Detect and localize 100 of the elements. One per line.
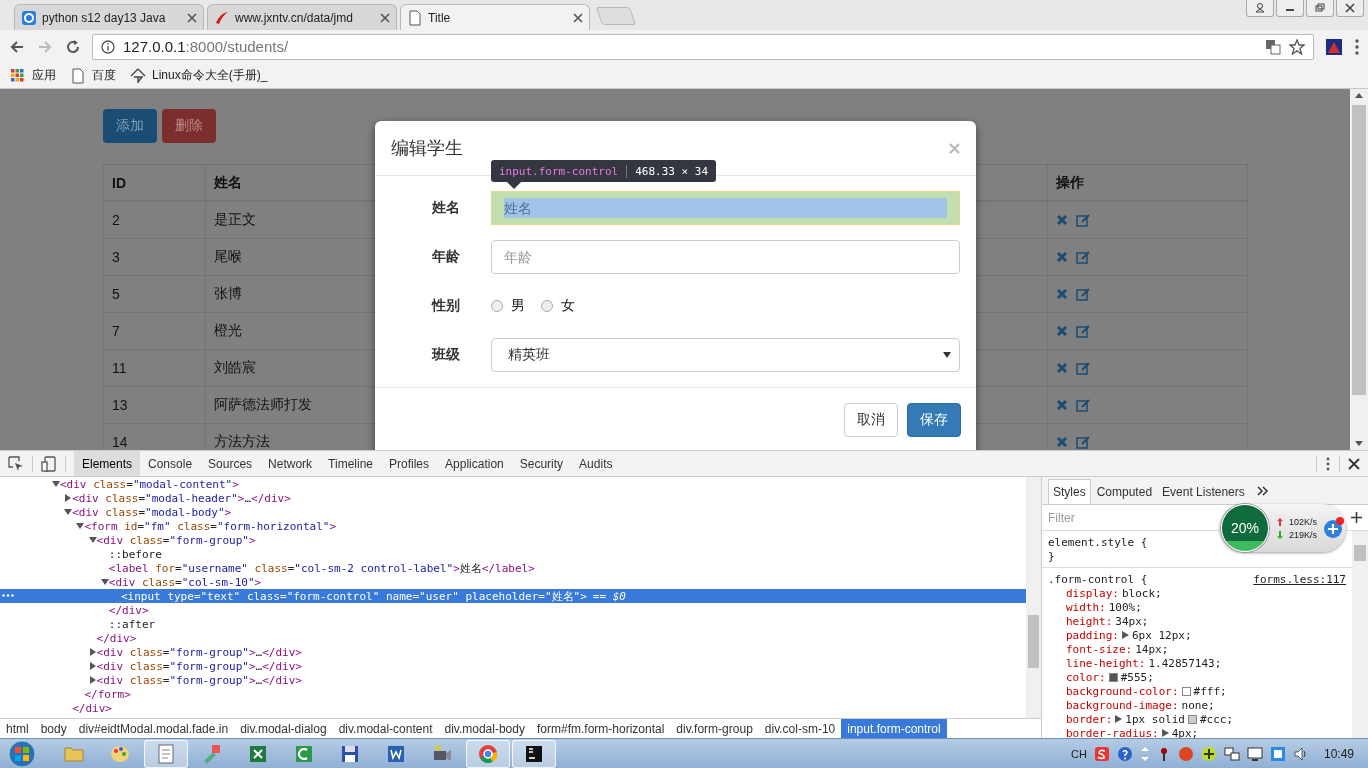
close-icon[interactable] bbox=[573, 12, 583, 23]
shield-icon[interactable] bbox=[1269, 745, 1286, 762]
add-icon[interactable] bbox=[1351, 512, 1362, 523]
help-icon[interactable] bbox=[1116, 745, 1133, 762]
devtools-tab[interactable]: Profiles bbox=[381, 451, 438, 476]
dom-node[interactable]: <div class="form-group">…</div> bbox=[96, 673, 302, 687]
scroll-down-icon[interactable] bbox=[1355, 441, 1363, 446]
collapse-arrow-icon[interactable] bbox=[64, 508, 73, 516]
dom-node[interactable]: <div class="form-group"> bbox=[96, 533, 256, 547]
devtools-tab[interactable]: Application bbox=[437, 451, 512, 476]
dom-node[interactable]: <div class="modal-content"> bbox=[60, 477, 239, 491]
breadcrumb[interactable]: div.form-group bbox=[670, 719, 759, 738]
bookmark[interactable]: 应用 bbox=[10, 67, 56, 84]
color-swatch[interactable] bbox=[1181, 686, 1191, 696]
inspect-icon[interactable] bbox=[8, 455, 24, 472]
scrollbar-thumb[interactable] bbox=[1354, 545, 1366, 561]
expand-arrow-icon[interactable] bbox=[64, 494, 73, 502]
modal-button[interactable]: 取消 bbox=[844, 403, 898, 437]
address-bar[interactable]: 127.0.0.1:8000/students/ bbox=[92, 33, 1314, 60]
translate-icon[interactable] bbox=[1265, 38, 1281, 55]
dom-node[interactable]: <div class="form-group">…</div> bbox=[96, 659, 302, 673]
devtools-tab[interactable]: Security bbox=[511, 451, 572, 476]
dom-node[interactable]: ::after bbox=[108, 617, 156, 631]
notepad-icon[interactable] bbox=[155, 742, 177, 765]
breadcrumb[interactable]: body bbox=[34, 719, 73, 738]
expand-arrow-icon[interactable] bbox=[88, 662, 97, 670]
user-icon[interactable] bbox=[1254, 2, 1266, 14]
breadcrumb[interactable]: div.modal-content bbox=[332, 719, 439, 738]
devtools-tab[interactable]: Network bbox=[260, 451, 321, 476]
plus-button-icon[interactable] bbox=[1323, 517, 1346, 539]
color-swatch[interactable] bbox=[1187, 714, 1197, 724]
close-icon[interactable] bbox=[380, 12, 390, 23]
expand-arrow-icon[interactable] bbox=[1161, 729, 1169, 737]
browser-tab[interactable]: python s12 day13 Java bbox=[14, 4, 204, 30]
devtools-tab[interactable]: Elements bbox=[74, 451, 141, 476]
devtools-tab[interactable]: Console bbox=[140, 451, 201, 476]
dom-node[interactable]: </div> bbox=[72, 701, 112, 715]
expand-arrow-icon[interactable] bbox=[1122, 631, 1129, 639]
breadcrumb[interactable]: div.modal-body bbox=[438, 719, 531, 738]
language-indicator[interactable]: CH bbox=[1071, 747, 1087, 760]
dom-node[interactable]: </div> bbox=[108, 603, 149, 617]
text-field[interactable]: 姓名 bbox=[491, 191, 960, 225]
start-button-icon[interactable] bbox=[6, 739, 38, 768]
scrollbar-thumb[interactable] bbox=[1028, 615, 1039, 668]
network-icon[interactable] bbox=[1223, 745, 1240, 762]
dom-node[interactable]: </form> bbox=[84, 687, 131, 701]
styles-tab[interactable]: Computed bbox=[1092, 480, 1157, 504]
breadcrumb[interactable]: input.form-control bbox=[841, 719, 947, 738]
collapse-arrow-icon[interactable] bbox=[52, 480, 60, 488]
monitor-icon[interactable] bbox=[1246, 745, 1263, 762]
source-link[interactable]: forms.less:117 bbox=[1253, 572, 1346, 586]
star-icon[interactable] bbox=[1289, 38, 1305, 55]
expand-arrow-icon[interactable] bbox=[88, 676, 97, 684]
close-icon[interactable] bbox=[1348, 457, 1360, 470]
menu-icon[interactable] bbox=[1354, 37, 1360, 56]
bookmark[interactable]: 百度 bbox=[70, 67, 116, 84]
clock[interactable]: 10:49 bbox=[1323, 746, 1354, 761]
reload-icon[interactable] bbox=[64, 37, 82, 56]
restore-icon[interactable] bbox=[1314, 2, 1326, 14]
text-field[interactable]: 年龄 bbox=[491, 240, 960, 274]
dom-node[interactable]: <div class="modal-header">…</div> bbox=[72, 491, 291, 505]
collapse-arrow-icon[interactable] bbox=[88, 536, 97, 544]
styles-tab[interactable]: Event Listeners bbox=[1158, 480, 1249, 504]
dom-node[interactable]: <div class="col-sm-10"> bbox=[108, 575, 262, 589]
expand-arrow-icon[interactable] bbox=[1115, 715, 1123, 723]
extension-icon[interactable] bbox=[1324, 36, 1344, 57]
radio-button[interactable] bbox=[491, 300, 503, 312]
volume-icon[interactable] bbox=[1292, 745, 1309, 762]
scrollbar-thumb[interactable] bbox=[1352, 104, 1366, 395]
browser-tab[interactable]: Title bbox=[400, 4, 590, 30]
collapse-arrow-icon[interactable] bbox=[100, 578, 109, 586]
dom-node[interactable]: <form id="fm" class="form-horizontal"> bbox=[84, 519, 337, 533]
close-icon[interactable] bbox=[1344, 2, 1356, 14]
modal-button[interactable]: 保存 bbox=[907, 403, 961, 437]
input-method-icon[interactable] bbox=[1093, 745, 1110, 762]
scroll-up-icon[interactable] bbox=[1355, 93, 1363, 98]
styles-tab[interactable]: Styles bbox=[1048, 479, 1091, 504]
bookmark[interactable]: Linux命令大全(手册)_ bbox=[130, 67, 268, 84]
dom-node[interactable]: <div class="form-group">…</div> bbox=[96, 645, 302, 659]
devtools-tab[interactable]: Audits bbox=[571, 451, 621, 476]
breadcrumb[interactable]: div.modal-dialog bbox=[234, 719, 333, 738]
expand-arrow-icon[interactable] bbox=[88, 648, 97, 656]
plus-circle-icon[interactable] bbox=[1200, 745, 1217, 762]
device-icon[interactable] bbox=[41, 455, 57, 472]
color-swatch[interactable] bbox=[1108, 672, 1118, 682]
breadcrumb[interactable]: html bbox=[0, 719, 35, 738]
menu-icon[interactable] bbox=[1325, 456, 1331, 471]
breadcrumb[interactable]: div#eidtModal.modal.fade.in bbox=[72, 719, 235, 738]
dom-node[interactable]: <label for="username" class="col-sm-2 control-label">姓名</label> bbox=[108, 560, 535, 576]
devtools-tab[interactable]: Sources bbox=[200, 451, 261, 476]
close-icon[interactable] bbox=[187, 12, 197, 23]
breadcrumb[interactable]: div.col-sm-10 bbox=[758, 719, 842, 738]
browser-tab[interactable]: www.jxntv.cn/data/jmd bbox=[207, 4, 397, 30]
breadcrumb[interactable]: form#fm.form-horizontal bbox=[530, 719, 671, 738]
devtools-tab[interactable]: Timeline bbox=[320, 451, 381, 476]
more-icon[interactable] bbox=[1256, 486, 1269, 496]
dom-node[interactable]: </div> bbox=[96, 631, 137, 645]
dom-node[interactable]: <div class="modal-body"> bbox=[72, 505, 232, 519]
dom-node[interactable]: ::before bbox=[108, 547, 162, 561]
collapse-arrow-icon[interactable] bbox=[76, 522, 85, 530]
